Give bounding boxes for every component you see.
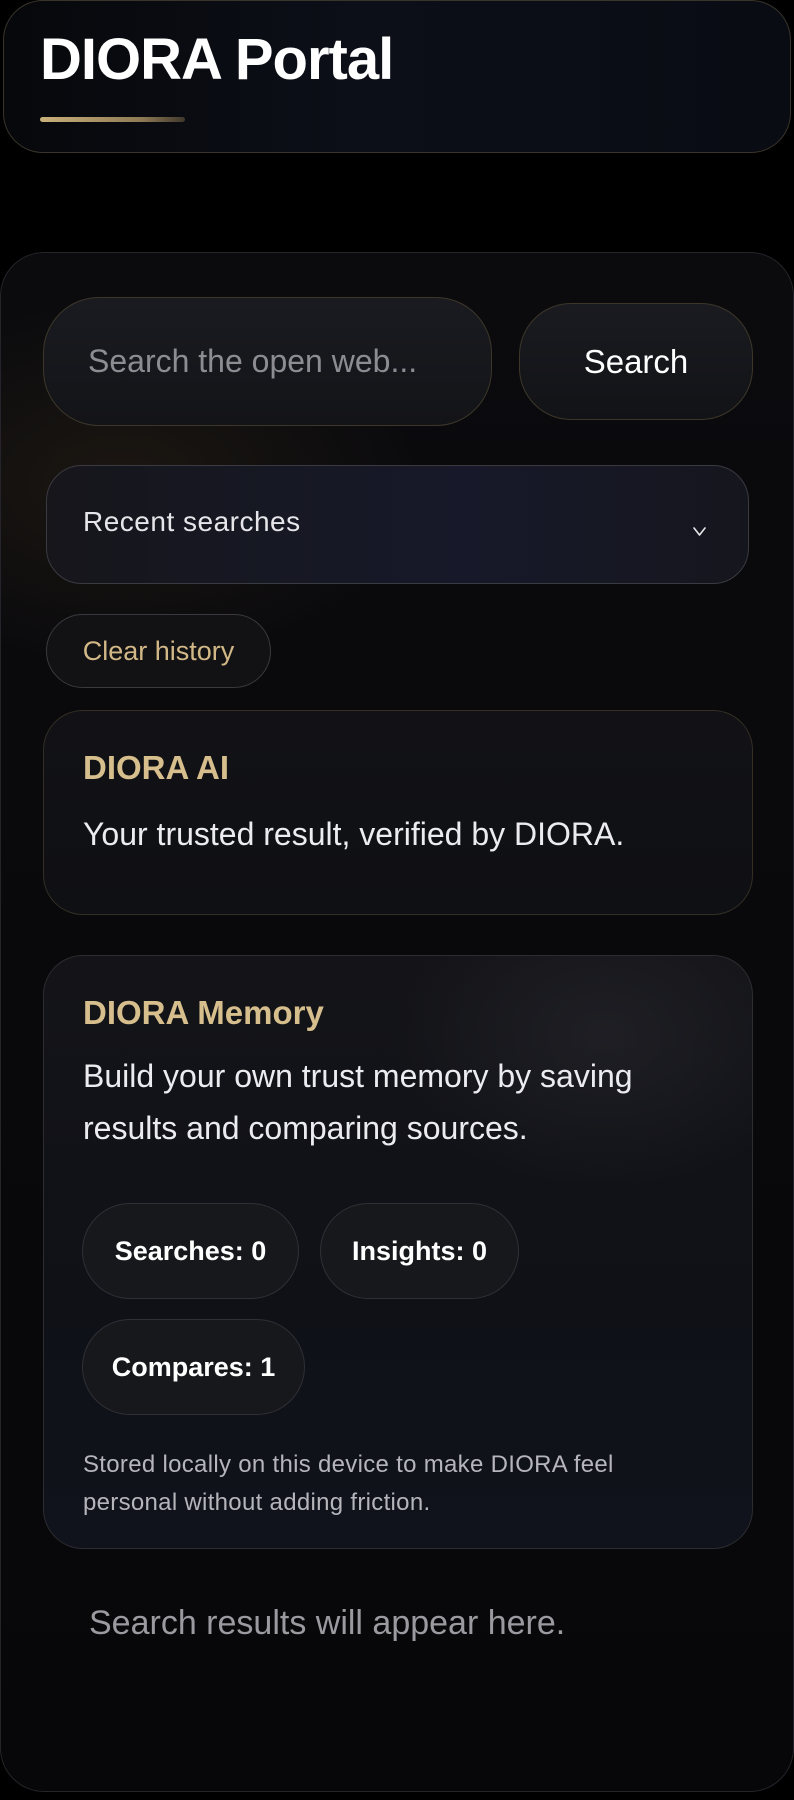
- search-input[interactable]: [43, 297, 492, 426]
- ai-card-text: Your trusted result, verified by DIORA.: [83, 816, 625, 852]
- memory-card: DIORA Memory Build your own trust memory…: [43, 955, 753, 1549]
- title-accent-bar: [40, 117, 185, 122]
- clear-history-button[interactable]: Clear history: [46, 614, 271, 688]
- chevron-down-icon: [693, 527, 706, 536]
- search-button[interactable]: Search: [519, 303, 753, 420]
- recent-searches-label: Recent searches: [83, 506, 301, 537]
- compares-stat-badge: Compares: 1: [82, 1319, 305, 1415]
- clear-history-label: Clear history: [82, 635, 235, 666]
- memory-card-text-line1: Build your own trust memory by saving: [83, 1058, 633, 1094]
- recent-searches-dropdown[interactable]: Recent searches: [46, 465, 749, 584]
- searches-stat-label: Searches: 0: [114, 1235, 267, 1266]
- insights-stat-label: Insights: 0: [351, 1235, 487, 1266]
- ai-result-card: DIORA AI Your trusted result, verified b…: [43, 710, 753, 915]
- ai-card-title: DIORA AI: [83, 749, 230, 786]
- memory-storage-note: Stored locally on this device to make DI…: [83, 1446, 703, 1522]
- searches-stat-badge: Searches: 0: [82, 1203, 299, 1299]
- compares-stat-label: Compares: 1: [111, 1351, 276, 1382]
- search-button-label: Search: [583, 342, 689, 380]
- memory-card-text-line2: results and comparing sources.: [83, 1110, 528, 1146]
- page-header: DIORA Portal: [3, 0, 791, 153]
- memory-card-title: DIORA Memory: [83, 994, 324, 1031]
- memory-note-line1: Stored locally on this device to make DI…: [83, 1451, 614, 1478]
- page-title: DIORA Portal: [40, 27, 394, 92]
- search-results-placeholder: Search results will appear here.: [89, 1604, 566, 1642]
- insights-stat-badge: Insights: 0: [320, 1203, 519, 1299]
- memory-note-line2: personal without adding friction.: [83, 1489, 431, 1516]
